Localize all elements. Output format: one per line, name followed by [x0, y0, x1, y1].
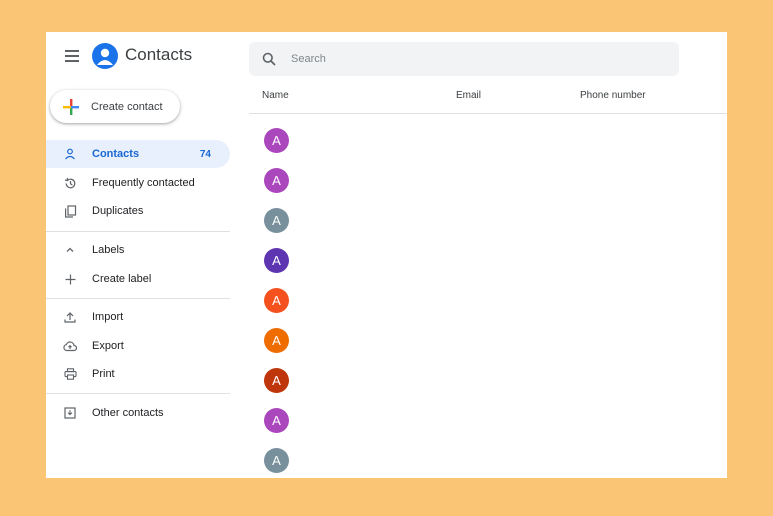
avatar: A	[264, 128, 289, 153]
avatar: A	[264, 168, 289, 193]
printer-icon	[63, 367, 77, 381]
avatar: A	[264, 288, 289, 313]
search-icon[interactable]	[262, 52, 276, 66]
column-header-phone[interactable]: Phone number	[580, 90, 646, 101]
cloud-upload-icon	[63, 339, 77, 353]
contacts-count-badge: 74	[199, 148, 211, 160]
inbox-download-icon	[63, 406, 77, 420]
sidebar-item-label: Print	[92, 368, 115, 380]
upload-icon	[63, 310, 77, 324]
table-row[interactable]: A	[249, 360, 727, 400]
avatar: A	[264, 408, 289, 433]
table-row[interactable]: A	[249, 200, 727, 240]
main-menu-icon[interactable]	[61, 46, 83, 66]
table-row[interactable]: A	[249, 160, 727, 200]
avatar: A	[264, 248, 289, 273]
create-contact-button[interactable]: Create contact	[50, 90, 180, 123]
create-contact-label: Create contact	[91, 100, 163, 113]
avatar: A	[264, 208, 289, 233]
sidebar-item-other-contacts[interactable]: Other contacts	[46, 399, 230, 427]
sidebar-item-label: Labels	[92, 244, 125, 256]
sidebar-item-label: Contacts	[92, 148, 140, 160]
sidebar-item-label: Duplicates	[92, 205, 144, 217]
table-row[interactable]: A	[249, 120, 727, 160]
sidebar-item-frequently-contacted[interactable]: Frequently contacted	[46, 169, 230, 197]
sidebar-item-contacts[interactable]: Contacts 74	[46, 140, 230, 168]
history-icon	[63, 176, 77, 190]
table-row[interactable]: A	[249, 440, 727, 478]
header-divider	[249, 113, 727, 114]
sidebar-divider	[46, 231, 230, 232]
table-row[interactable]: A	[249, 400, 727, 440]
sidebar-item-label: Create label	[92, 273, 152, 285]
chevron-up-icon	[63, 243, 77, 257]
app-title: Contacts	[125, 45, 193, 64]
column-header-name[interactable]: Name	[262, 90, 289, 101]
sidebar-divider	[46, 393, 230, 394]
sidebar-item-label: Other contacts	[92, 407, 164, 419]
sidebar-item-print[interactable]: Print	[46, 360, 230, 388]
contacts-logo-icon	[92, 43, 118, 69]
sidebar-item-import[interactable]: Import	[46, 303, 230, 331]
sidebar-divider	[46, 298, 230, 299]
contacts-app-window: Contacts Create contact Contacts 74 Freq…	[46, 32, 727, 478]
sidebar-item-create-label[interactable]: Create label	[46, 265, 230, 293]
plus-icon	[63, 98, 79, 115]
duplicates-icon	[63, 204, 77, 218]
add-icon	[63, 272, 77, 286]
avatar: A	[264, 448, 289, 473]
avatar: A	[264, 368, 289, 393]
avatar: A	[264, 328, 289, 353]
table-row[interactable]: A	[249, 240, 727, 280]
sidebar-item-label: Import	[92, 311, 124, 323]
table-row[interactable]: A	[249, 320, 727, 360]
sidebar-item-labels[interactable]: Labels	[46, 236, 230, 264]
column-header-email[interactable]: Email	[456, 90, 481, 101]
search-bar	[249, 42, 679, 76]
person-icon	[63, 147, 77, 161]
search-input[interactable]	[291, 53, 651, 65]
table-row[interactable]: A	[249, 280, 727, 320]
sidebar-item-label: Frequently contacted	[92, 177, 195, 189]
sidebar-item-duplicates[interactable]: Duplicates	[46, 197, 230, 225]
sidebar-item-export[interactable]: Export	[46, 332, 230, 360]
sidebar-item-label: Export	[92, 340, 124, 352]
